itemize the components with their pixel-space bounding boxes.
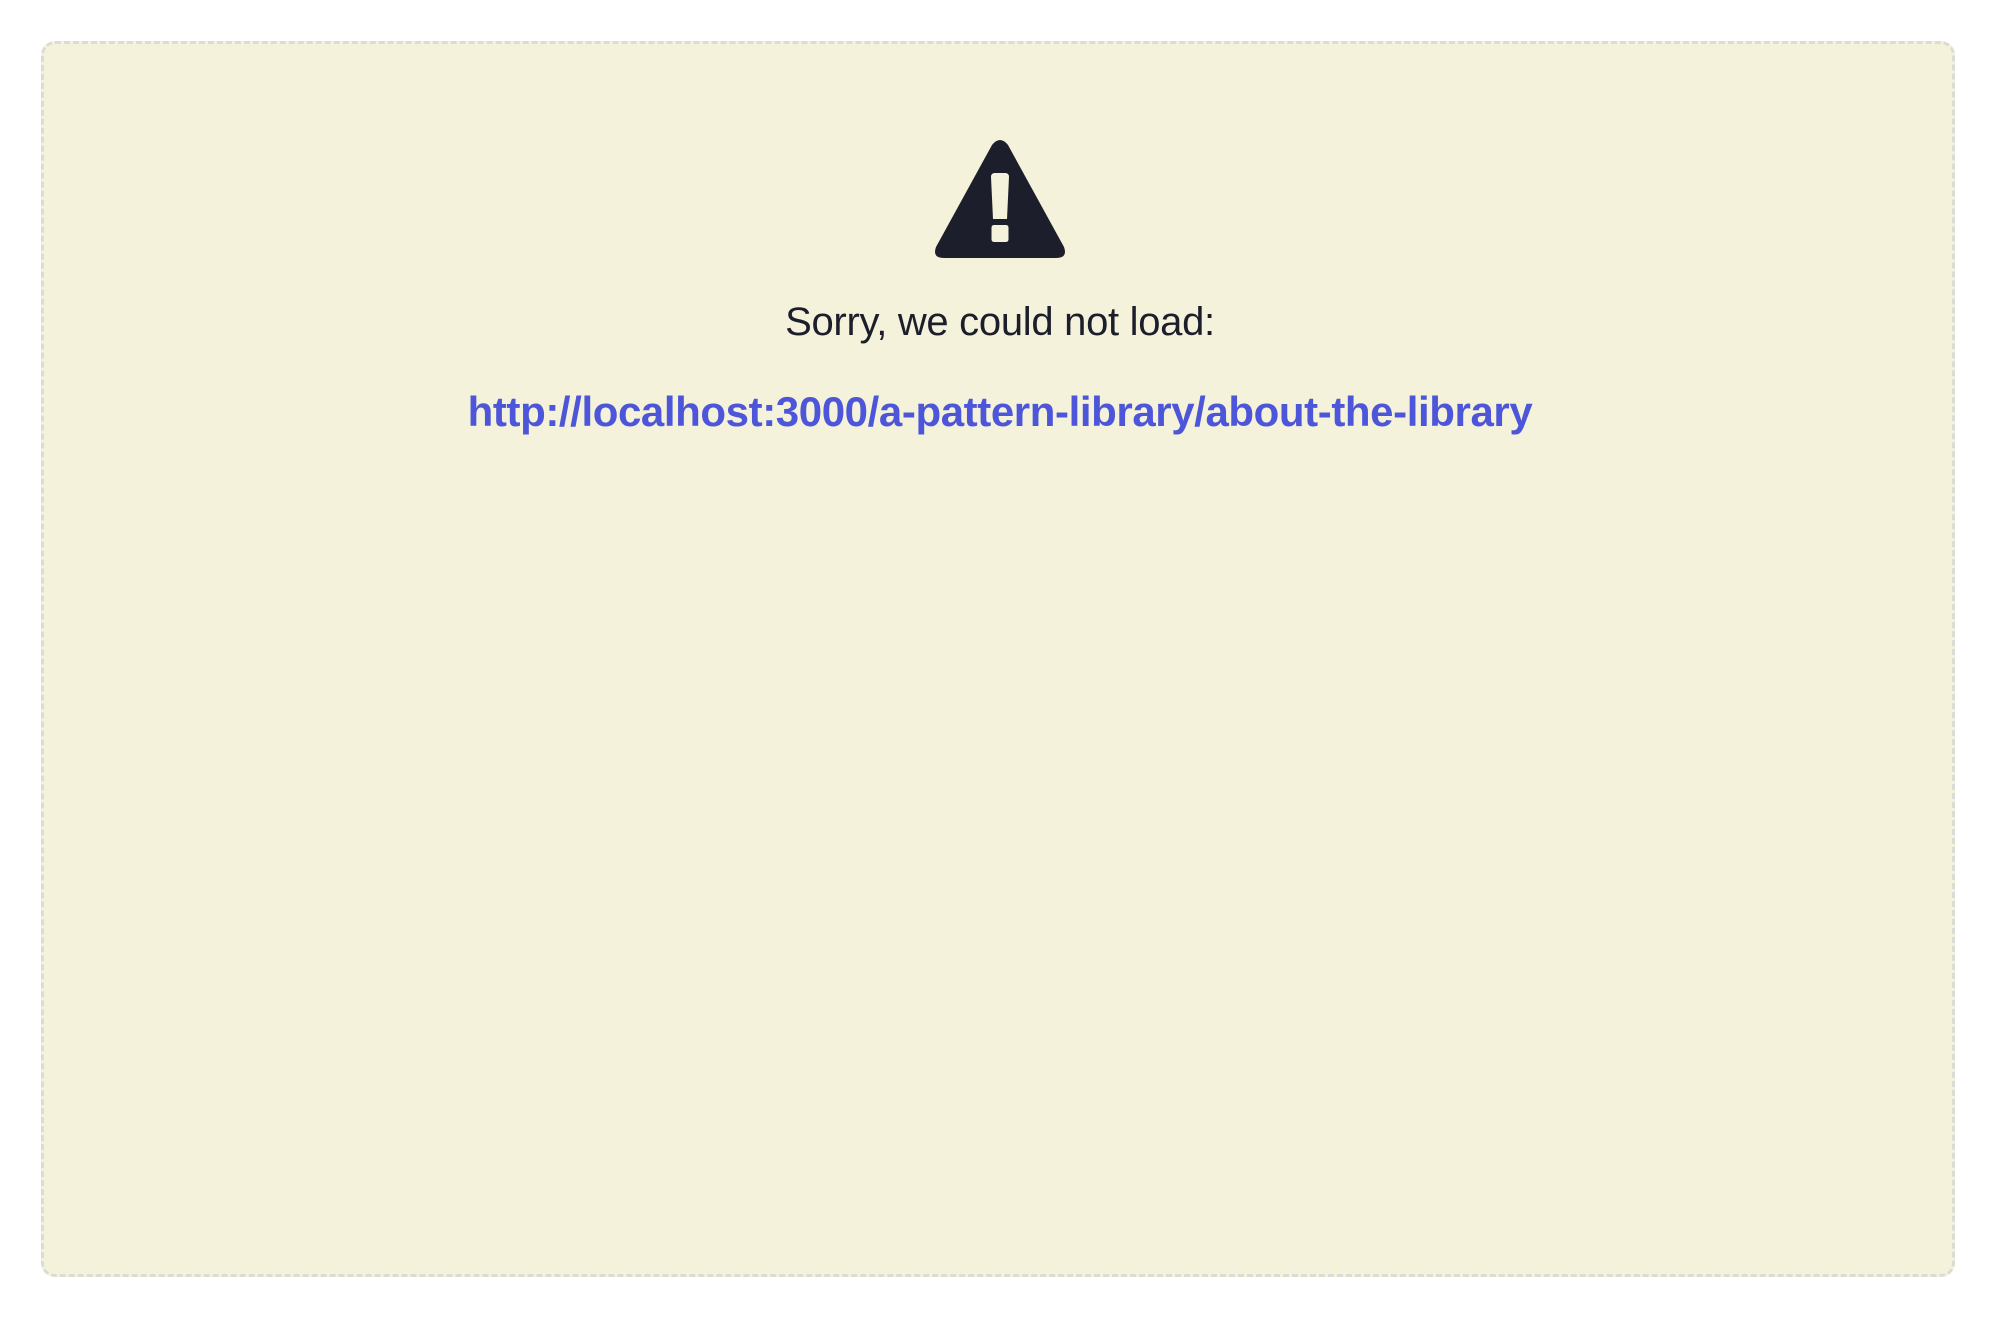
warning-triangle-icon [935, 140, 1065, 258]
failed-url-link[interactable]: http://localhost:3000/a-pattern-library/… [0, 384, 2000, 440]
exclamation-dot [991, 225, 1009, 242]
error-message: Sorry, we could not load: [785, 300, 1215, 344]
exclamation-bar [991, 173, 1009, 219]
